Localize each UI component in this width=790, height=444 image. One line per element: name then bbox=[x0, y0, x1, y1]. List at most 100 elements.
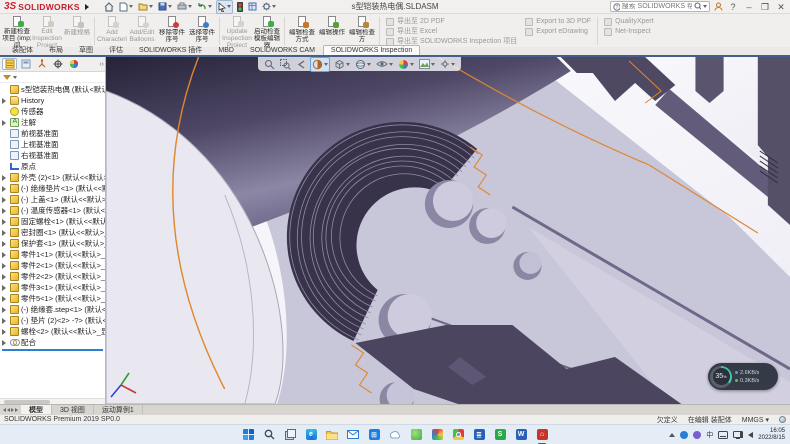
tree-item-component[interactable]: 零件2<2> (默认<<默认>_显示状 bbox=[0, 271, 105, 282]
hide-show-items-button[interactable] bbox=[375, 58, 394, 70]
export-edrawing[interactable]: Export eDrawing bbox=[525, 27, 591, 36]
add-edit-balloons-button[interactable]: Add/Edit Balloons bbox=[127, 15, 157, 47]
property-manager-tab[interactable] bbox=[18, 58, 33, 70]
edge-app[interactable]: e bbox=[304, 428, 318, 442]
launch-template-editor-button[interactable]: 启动检查模板编辑器 bbox=[252, 15, 282, 47]
apply-scene-button[interactable] bbox=[418, 58, 436, 70]
expand-arrow-icon[interactable] bbox=[2, 263, 8, 269]
tree-item-component[interactable]: 零件1<1> (默认<<默认>_显示状 bbox=[0, 249, 105, 260]
globe-icon[interactable] bbox=[779, 416, 786, 423]
tree-item-mates[interactable]: 配合 bbox=[0, 337, 105, 348]
mail-app[interactable] bbox=[346, 428, 360, 442]
save-button[interactable] bbox=[157, 1, 173, 12]
expand-arrow-icon[interactable] bbox=[2, 307, 8, 313]
taskbar-clock[interactable]: 16:05 2022/8/15 bbox=[758, 428, 785, 442]
zoom-area-button[interactable] bbox=[279, 58, 292, 71]
store-app[interactable]: ⊞ bbox=[367, 428, 381, 442]
solidworks-logo[interactable]: 3S SOLIDWORKS bbox=[0, 1, 93, 12]
edit-inspection-button[interactable]: 编辑检查方 bbox=[347, 15, 377, 47]
expand-arrow-icon[interactable] bbox=[2, 285, 8, 291]
graphics-viewport[interactable]: 35% 2.6KB/s 0.3KB/s bbox=[106, 57, 790, 404]
expand-arrow-icon[interactable] bbox=[2, 274, 8, 280]
export-excel[interactable]: 导出至 Excel bbox=[386, 27, 517, 36]
export-2d-pdf[interactable]: 导出至 2D PDF bbox=[386, 17, 517, 26]
chrome-app[interactable] bbox=[451, 428, 465, 442]
restore-button[interactable]: ❐ bbox=[759, 1, 771, 13]
expand-arrow-icon[interactable] bbox=[2, 340, 8, 346]
tree-item-component[interactable]: 保护套<1> (默认<<默认>_显示状 bbox=[0, 238, 105, 249]
edit-inspection-method-button[interactable]: 编辑检查方式 bbox=[287, 15, 317, 47]
tree-item-component[interactable]: 零件5<1> (默认<<默认>_显示状 bbox=[0, 293, 105, 304]
tab-motion-study[interactable]: 运动算例1 bbox=[94, 405, 143, 414]
app-w[interactable]: W bbox=[514, 428, 528, 442]
tree-item-annotations[interactable]: 注解 bbox=[0, 117, 105, 128]
print-button[interactable] bbox=[176, 1, 193, 12]
security-app[interactable] bbox=[409, 428, 423, 442]
view-settings-button[interactable] bbox=[439, 58, 456, 70]
net-inspect-button[interactable]: Net-Inspect bbox=[604, 27, 654, 36]
expand-arrow-icon[interactable] bbox=[2, 252, 8, 258]
help-button[interactable]: ? bbox=[727, 1, 739, 13]
tree-item-component[interactable]: 零件2<1> (默认<<默认>_显示状 bbox=[0, 260, 105, 271]
notes-app[interactable]: ≣ bbox=[472, 428, 486, 442]
tree-item-component[interactable]: 外壳 (2)<1> (默认<<默认>_显示状 bbox=[0, 172, 105, 183]
cloud-app[interactable] bbox=[388, 428, 402, 442]
tree-item-component[interactable]: (-) 垫片 (2)<2> -?> (默认<<默认 bbox=[0, 315, 105, 326]
app-s[interactable]: S bbox=[493, 428, 507, 442]
expand-arrow-icon[interactable] bbox=[2, 186, 8, 192]
expand-arrow-icon[interactable] bbox=[2, 241, 8, 247]
file-explorer-app[interactable] bbox=[325, 428, 339, 442]
filter-funnel-icon[interactable] bbox=[3, 75, 11, 80]
filter-caret-icon[interactable] bbox=[13, 76, 17, 79]
speaker-icon[interactable] bbox=[748, 432, 753, 438]
edit-operation-button[interactable]: 编辑操作 bbox=[317, 15, 347, 47]
task-view-button[interactable] bbox=[283, 428, 297, 442]
tray-expand-icon[interactable] bbox=[669, 433, 675, 437]
panel-tab-scroll-arrows[interactable]: ‹ › bbox=[99, 61, 103, 68]
tree-item-sensors[interactable]: 传感器 bbox=[0, 106, 105, 117]
tray-app-purple-icon[interactable] bbox=[693, 431, 701, 439]
system-monitor-badge[interactable]: 35% 2.6KB/s 0.3KB/s bbox=[708, 363, 778, 390]
remove-balloons-button[interactable]: 移除零件序号 bbox=[157, 15, 187, 47]
expand-arrow-icon[interactable] bbox=[2, 219, 8, 225]
taskbar-search[interactable] bbox=[262, 428, 276, 442]
tab-assembly[interactable]: 装配体 bbox=[4, 45, 41, 55]
section-view-button[interactable] bbox=[310, 57, 330, 72]
qualityxpert-button[interactable]: QualityXpert bbox=[604, 17, 654, 26]
home-button[interactable] bbox=[103, 1, 115, 13]
update-inspection-project-button[interactable]: Update Inspection Project bbox=[222, 15, 252, 47]
search-scope-caret-icon[interactable] bbox=[703, 5, 707, 8]
add-characteristic-button[interactable]: Add Characteristic bbox=[97, 15, 127, 47]
expand-arrow-icon[interactable] bbox=[2, 208, 8, 214]
tab-mbd[interactable]: MBD bbox=[210, 45, 242, 55]
rebuild-button[interactable] bbox=[236, 1, 244, 13]
previous-view-button[interactable] bbox=[295, 58, 307, 71]
close-button[interactable]: ✕ bbox=[775, 1, 787, 13]
select-button[interactable] bbox=[216, 0, 233, 14]
tab-model[interactable]: 模型 bbox=[21, 405, 52, 414]
expand-arrow-icon[interactable] bbox=[2, 296, 8, 302]
tree-item-component[interactable]: 螺栓<2> (默认<<默认>_显示状态 bbox=[0, 326, 105, 337]
units-selector[interactable]: MMGS ▾ bbox=[742, 416, 769, 424]
start-button[interactable] bbox=[241, 428, 255, 442]
tab-layout[interactable]: 布局 bbox=[41, 45, 71, 55]
file-properties-button[interactable] bbox=[247, 1, 258, 12]
feature-manager-tab[interactable] bbox=[2, 58, 17, 70]
tree-item-top-plane[interactable]: 上视基准面 bbox=[0, 139, 105, 150]
export-3d-pdf[interactable]: Export to 3D PDF bbox=[525, 17, 591, 26]
tab-sketch[interactable]: 草图 bbox=[71, 45, 101, 55]
menu-expand-icon[interactable] bbox=[85, 4, 89, 10]
expand-arrow-icon[interactable] bbox=[2, 318, 8, 324]
edit-appearance-button[interactable] bbox=[397, 58, 415, 71]
tree-item-component[interactable]: (-) 温度传感器<1> (默认<<默认>_ bbox=[0, 205, 105, 216]
tree-item-origin[interactable]: 原点 bbox=[0, 161, 105, 172]
tree-item-component[interactable]: (-) 绝缘套.step<1> (默认<<默认> bbox=[0, 304, 105, 315]
tree-item-component[interactable]: (-) 上盖<1> (默认<<默认>_显示状 bbox=[0, 194, 105, 205]
expand-arrow-icon[interactable] bbox=[2, 98, 8, 104]
expand-arrow-icon[interactable] bbox=[2, 230, 8, 236]
tree-horizontal-scrollbar[interactable] bbox=[0, 398, 105, 404]
tray-app-blue-icon[interactable] bbox=[680, 431, 688, 439]
select-balloons-button[interactable]: 选择零件序号 bbox=[187, 15, 217, 47]
browser-360-app[interactable] bbox=[430, 428, 444, 442]
new-file-button[interactable] bbox=[118, 1, 134, 13]
